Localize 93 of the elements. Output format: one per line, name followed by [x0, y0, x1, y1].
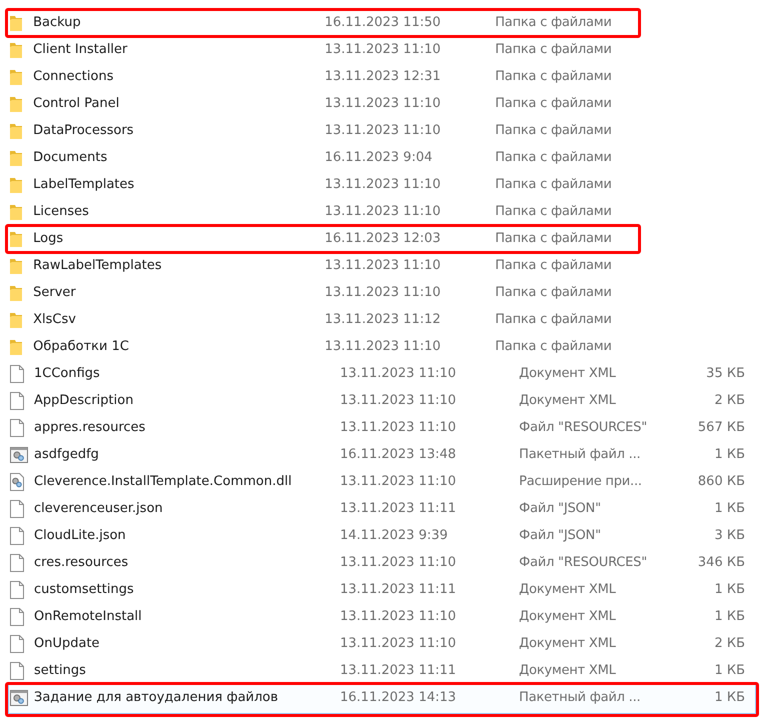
file-type: Папка с файлами: [495, 15, 613, 30]
file-type: Документ XML: [519, 609, 617, 624]
file-type: Расширение при...: [519, 474, 643, 489]
modified-date: 16.11.2023 13:48: [340, 447, 458, 462]
file-type: Пакетный файл ...: [519, 690, 642, 705]
file-name[interactable]: LabelTemplates: [33, 177, 325, 192]
file-type: Папка с файлами: [495, 339, 613, 354]
file-name[interactable]: Licenses: [33, 204, 325, 219]
modified-date: 13.11.2023 11:10: [340, 393, 458, 408]
file-name[interactable]: XlsCsv: [33, 312, 325, 327]
file-name[interactable]: AppDescription: [34, 393, 340, 408]
file-name[interactable]: CloudLite.json: [34, 528, 340, 543]
file-size: 1 КБ: [713, 690, 745, 705]
file-size: 3 КБ: [713, 528, 745, 543]
file-size: 2 КБ: [713, 393, 745, 408]
file-type: Пакетный файл ...: [519, 447, 642, 462]
file-name[interactable]: RawLabelTemplates: [33, 258, 325, 273]
file-name[interactable]: Client Installer: [33, 42, 325, 57]
gear-window-icon: [10, 446, 28, 462]
modified-date: 13.11.2023 11:10: [324, 42, 442, 57]
file-size: 2 КБ: [713, 636, 745, 651]
file-type: Папка с файлами: [495, 96, 613, 111]
file-size: 1 КБ: [713, 609, 745, 624]
file-type: Документ XML: [519, 636, 617, 651]
modified-date: 13.11.2023 11:10: [324, 339, 442, 354]
file-type: Файл "RESOURCES": [519, 555, 648, 570]
file-type: Файл "JSON": [519, 501, 602, 516]
file-type: Документ XML: [519, 582, 617, 597]
modified-date: 13.11.2023 11:11: [340, 501, 458, 516]
file-name[interactable]: customsettings: [34, 582, 340, 597]
modified-date: 16.11.2023 14:13: [340, 690, 458, 705]
file-type: Папка с файлами: [495, 177, 613, 192]
modified-date: 13.11.2023 11:10: [324, 285, 442, 300]
modified-date: 13.11.2023 12:31: [324, 69, 442, 84]
modified-date: 16.11.2023 11:50: [324, 15, 442, 30]
file-name[interactable]: settings: [34, 663, 340, 678]
modified-date: 13.11.2023 11:12: [324, 312, 442, 327]
file-name[interactable]: Обработки 1С: [33, 339, 325, 354]
modified-date: 13.11.2023 11:11: [340, 663, 458, 678]
modified-date: 13.11.2023 11:10: [340, 555, 458, 570]
file-type: Документ XML: [519, 663, 617, 678]
file-type: Папка с файлами: [495, 204, 613, 219]
file-name[interactable]: Logs: [33, 231, 325, 246]
file-type: Папка с файлами: [495, 150, 613, 165]
modified-date: 16.11.2023 9:04: [324, 150, 434, 165]
modified-date: 13.11.2023 11:10: [324, 177, 442, 192]
file-size: 1 КБ: [713, 501, 745, 516]
file-type: Документ XML: [519, 366, 617, 381]
file-name[interactable]: Backup: [33, 15, 325, 30]
modified-date: 13.11.2023 11:10: [340, 420, 458, 435]
file-name[interactable]: Cleverence.InstallTemplate.Common.dll: [34, 474, 340, 489]
file-type: Документ XML: [519, 393, 617, 408]
modified-date: 13.11.2023 11:10: [324, 123, 442, 138]
file-type: Папка с файлами: [495, 231, 613, 246]
modified-date: 14.11.2023 9:39: [340, 528, 449, 543]
file-name[interactable]: appres.resources: [34, 420, 340, 435]
file-name[interactable]: Connections: [33, 69, 325, 84]
gear-window-icon: [10, 690, 28, 706]
file-name[interactable]: Задание для автоудаления файлов: [34, 690, 340, 705]
file-name[interactable]: OnRemoteInstall: [34, 609, 340, 624]
modified-date: 13.11.2023 11:10: [340, 474, 458, 489]
modified-date: 16.11.2023 12:03: [324, 231, 442, 246]
file-type: Папка с файлами: [495, 42, 613, 57]
file-size: 567 КБ: [696, 420, 745, 435]
file-name[interactable]: cres.resources: [34, 555, 340, 570]
file-type: Файл "RESOURCES": [519, 420, 648, 435]
modified-date: 13.11.2023 11:10: [340, 636, 458, 651]
file-size: 35 КБ: [705, 366, 745, 381]
modified-date: 13.11.2023 11:10: [340, 366, 458, 381]
file-size: 346 КБ: [696, 555, 745, 570]
file-name[interactable]: cleverenceuser.json: [34, 501, 340, 516]
modified-date: 13.11.2023 11:10: [324, 204, 442, 219]
file-name[interactable]: asdfgedfg: [34, 447, 340, 462]
file-name[interactable]: Documents: [33, 150, 325, 165]
file-type: Файл "JSON": [519, 528, 602, 543]
file-type: Папка с файлами: [495, 258, 613, 273]
file-size: 1 КБ: [713, 447, 745, 462]
file-name[interactable]: OnUpdate: [34, 636, 340, 651]
modified-date: 13.11.2023 11:10: [340, 609, 458, 624]
file-type: Папка с файлами: [495, 123, 613, 138]
file-name[interactable]: Server: [33, 285, 325, 300]
modified-date: 13.11.2023 11:10: [324, 96, 442, 111]
file-name[interactable]: 1CConfigs: [34, 366, 340, 381]
file-name[interactable]: Control Panel: [33, 96, 325, 111]
file-size: 1 КБ: [713, 663, 745, 678]
file-type: Папка с файлами: [495, 312, 613, 327]
modified-date: 13.11.2023 11:10: [324, 258, 442, 273]
file-type: Папка с файлами: [495, 69, 613, 84]
file-size: 860 КБ: [696, 474, 745, 489]
file-type: Папка с файлами: [495, 285, 613, 300]
file-size: 1 КБ: [713, 582, 745, 597]
modified-date: 13.11.2023 11:11: [340, 582, 458, 597]
file-name[interactable]: DataProcessors: [33, 123, 325, 138]
